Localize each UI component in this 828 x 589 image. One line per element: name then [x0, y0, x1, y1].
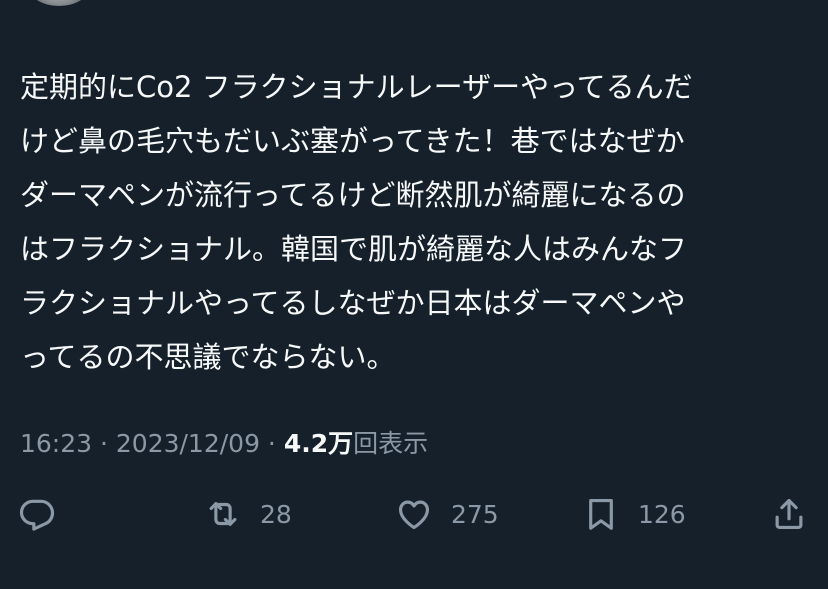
- tweet-text-line: はフラクショナル。韓国で肌が綺麗な人はみんなフ: [20, 232, 688, 266]
- like-button[interactable]: 275: [395, 488, 499, 540]
- tweet-text-line: ラクショナルやってるしなぜか日本はダーマペンや: [20, 286, 686, 320]
- avatar[interactable]: [28, 0, 90, 6]
- heart-icon: [398, 500, 430, 530]
- bookmark-icon: [589, 498, 613, 530]
- tweet-text-line: ってるの不思議でならない。: [20, 340, 396, 374]
- tweet-text-line: けど鼻の毛穴もだいぶ塞がってきた！巷ではなぜか: [20, 124, 685, 158]
- retweet-icon: [209, 502, 237, 526]
- tweet-time[interactable]: 16:23: [20, 429, 92, 458]
- meta-separator: ·: [259, 429, 284, 458]
- tweet-text: 定期的にCo2 フラクショナルレーザーやってるんだ けど鼻の毛穴もだいぶ塞がって…: [20, 60, 810, 384]
- tweet-text-line: 定期的にCo2 フラクショナルレーザーやってるんだ: [20, 70, 693, 104]
- bookmark-count: 126: [638, 499, 686, 529]
- views-count[interactable]: 4.2万: [284, 429, 353, 458]
- retweet-button[interactable]: 28: [204, 488, 292, 540]
- share-button[interactable]: [770, 488, 808, 540]
- views-label: 回表示: [353, 429, 429, 458]
- reply-button[interactable]: [18, 488, 56, 540]
- tweet-text-line: ダーマペンが流行ってるけど断然肌が綺麗になるの: [20, 178, 686, 212]
- meta-separator: ·: [92, 429, 116, 458]
- share-icon: [775, 498, 803, 530]
- bookmark-button[interactable]: 126: [582, 488, 686, 540]
- reply-icon: [19, 499, 55, 531]
- like-count: 275: [451, 499, 499, 529]
- tweet-metadata: 16:23 · 2023/12/09 · 4.2万回表示: [20, 424, 428, 464]
- action-bar: 28 275 126: [0, 488, 828, 540]
- tweet-date[interactable]: 2023/12/09: [116, 429, 260, 458]
- retweet-count: 28: [260, 499, 292, 529]
